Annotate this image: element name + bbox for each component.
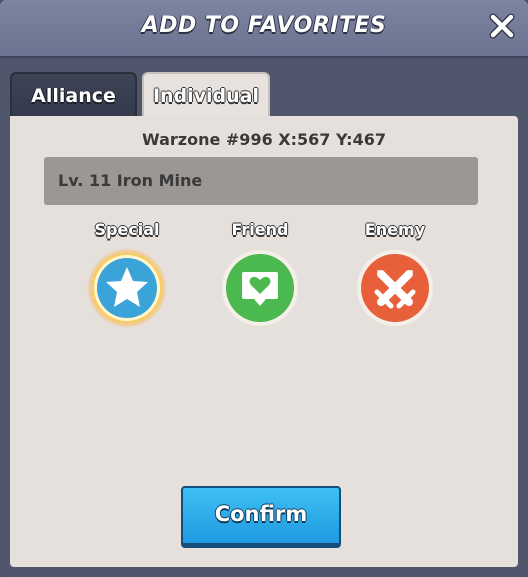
star-icon[interactable] xyxy=(87,248,167,328)
confirm-button[interactable]: Confirm xyxy=(181,486,341,548)
close-icon[interactable] xyxy=(488,12,516,40)
category-label-friend: Friend xyxy=(231,220,289,239)
favorites-dialog: ADD TO FAVORITES Alliance Individual War… xyxy=(0,0,528,577)
crossed-swords-icon[interactable] xyxy=(355,248,435,328)
category-friend: Friend xyxy=(210,220,310,328)
location-coordinates: Warzone #996 X:567 Y:467 xyxy=(142,130,386,149)
tab-individual[interactable]: Individual xyxy=(142,72,270,120)
favorites-panel: Warzone #996 X:567 Y:467 Lv. 11 Iron Min… xyxy=(10,116,518,567)
category-special: Special xyxy=(77,220,177,328)
dialog-title: ADD TO FAVORITES xyxy=(141,13,387,38)
title-bar: ADD TO FAVORITES xyxy=(0,0,528,58)
category-enemy: Enemy xyxy=(345,220,445,328)
tab-alliance[interactable]: Alliance xyxy=(10,72,137,118)
category-label-enemy: Enemy xyxy=(364,220,426,239)
heart-speech-icon[interactable] xyxy=(220,248,300,328)
favorite-name-input[interactable]: Lv. 11 Iron Mine xyxy=(44,157,478,205)
category-label-special: Special xyxy=(94,220,160,239)
